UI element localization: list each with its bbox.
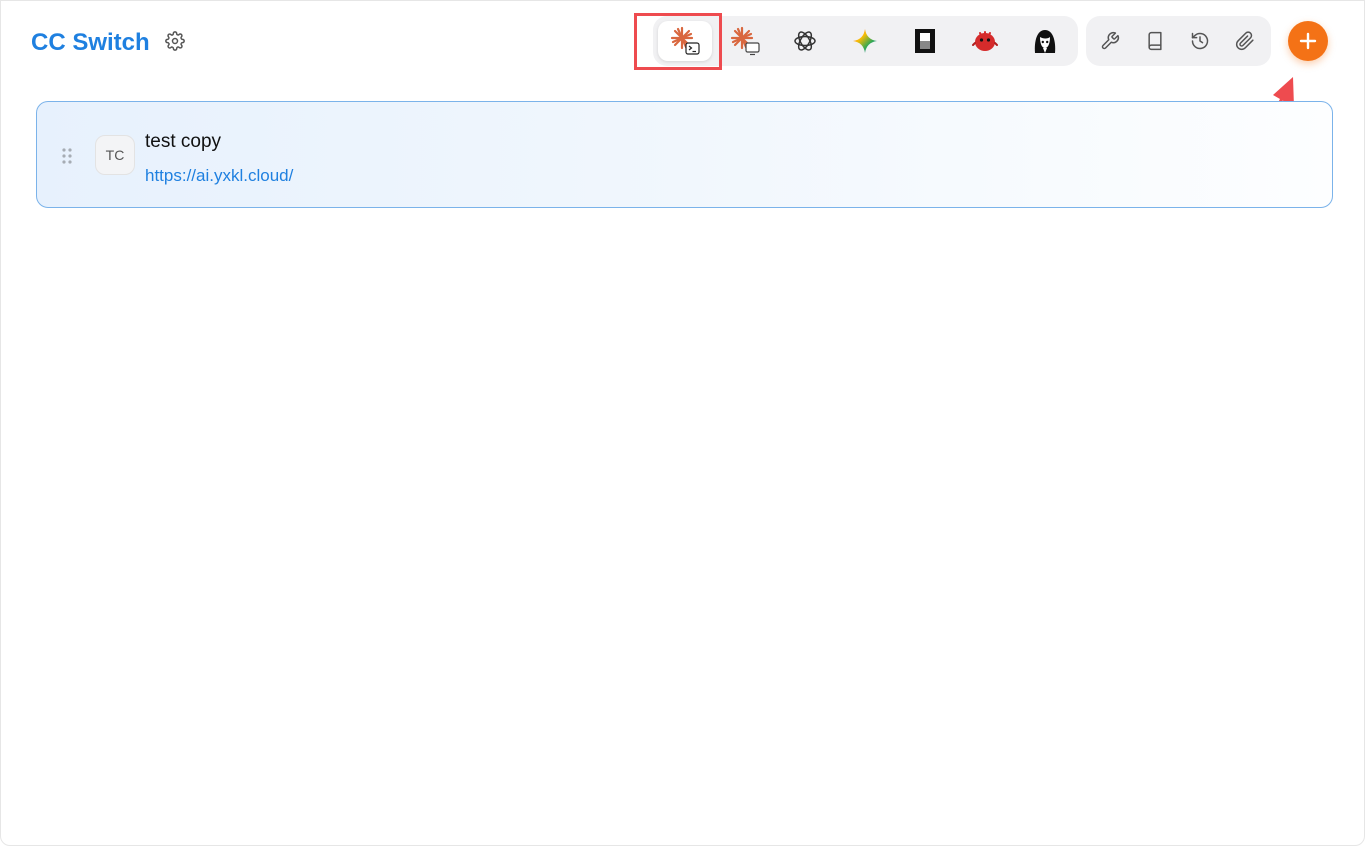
tab-opencode[interactable] (898, 21, 952, 61)
provider-name: test copy (145, 131, 222, 152)
app-switcher (653, 16, 1078, 66)
settings-button[interactable] (161, 27, 189, 55)
app-title: CC Switch (31, 29, 150, 56)
plus-icon (1299, 32, 1317, 50)
paperclip-icon (1235, 31, 1254, 51)
openai-icon (794, 31, 816, 51)
provider-card[interactable]: TC test copy https://ai.yxkl.cloud/ (36, 101, 1333, 208)
tab-red-bird[interactable] (958, 21, 1012, 61)
wrench-icon (1101, 31, 1120, 50)
opencode-icon (915, 29, 935, 53)
add-provider-button[interactable] (1288, 21, 1328, 61)
provider-url-link[interactable]: https://ai.yxkl.cloud/ (145, 166, 293, 186)
app-window: CC Switch TC test copy https://ai.yxkl.c… (0, 0, 1365, 846)
tools-toolbar (1086, 16, 1271, 66)
tab-gemini[interactable] (838, 21, 892, 61)
tab-openai[interactable] (778, 21, 832, 61)
attachment-button[interactable] (1230, 26, 1260, 56)
tab-claude-desktop[interactable] (718, 21, 772, 61)
history-button[interactable] (1185, 26, 1215, 56)
gemini-icon (853, 29, 877, 53)
tools-button[interactable] (1095, 26, 1125, 56)
claude-terminal-icon (670, 26, 700, 55)
provider-avatar: TC (95, 135, 135, 175)
docs-button[interactable] (1140, 26, 1170, 56)
history-icon (1191, 32, 1209, 50)
book-icon (1148, 31, 1162, 51)
drag-handle-icon[interactable] (61, 147, 73, 165)
red-bird-icon (972, 31, 998, 51)
claude-desktop-icon (730, 26, 760, 56)
tab-claude-code[interactable] (658, 21, 712, 61)
anime-avatar-icon (1034, 30, 1056, 53)
gear-icon (165, 31, 185, 51)
tab-anime-avatar[interactable] (1018, 21, 1072, 61)
